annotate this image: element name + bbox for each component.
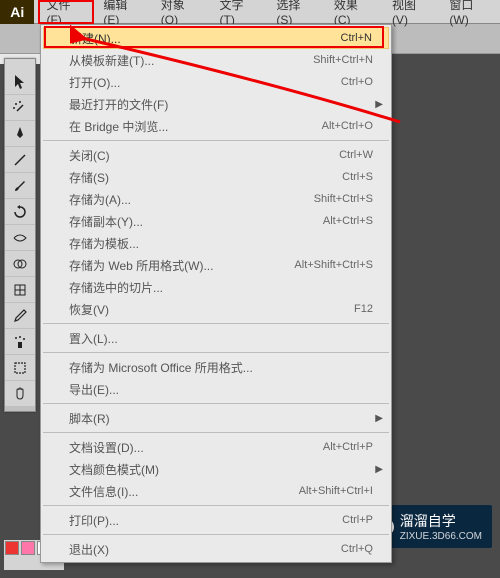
file-menu-item[interactable]: 退出(X)Ctrl+Q: [41, 538, 391, 560]
file-menu-item[interactable]: 打印(P)...Ctrl+P: [41, 509, 391, 531]
menu-item-label: 存储为 Microsoft Office 所用格式...: [69, 359, 373, 376]
file-menu-item[interactable]: 关闭(C)Ctrl+W: [41, 144, 391, 166]
menu-item-label: 存储为 Web 所用格式(W)...: [69, 257, 294, 274]
file-menu-item[interactable]: 最近打开的文件(F)▶: [41, 93, 391, 115]
menu-item-label: 存储副本(Y)...: [69, 213, 323, 230]
menu-item-label: 存储为(A)...: [69, 191, 314, 208]
toolbox: [4, 58, 36, 412]
menu-item-shortcut: Alt+Ctrl+O: [322, 120, 373, 132]
menu-item-shortcut: Shift+Ctrl+S: [314, 193, 373, 205]
file-menu-item[interactable]: 脚本(R)▶: [41, 407, 391, 429]
menu-item-label: 关闭(C): [69, 147, 339, 164]
file-menu-item[interactable]: 文档设置(D)...Alt+Ctrl+P: [41, 436, 391, 458]
file-menu-item[interactable]: 从模板新建(T)...Shift+Ctrl+N: [41, 49, 391, 71]
submenu-arrow-icon: ▶: [375, 464, 383, 475]
tool-mesh[interactable]: [5, 277, 35, 303]
submenu-arrow-icon: ▶: [375, 413, 383, 424]
tool-hand[interactable]: [5, 381, 35, 407]
menu-item-label: 存储(S): [69, 169, 342, 186]
menu-item-label: 打开(O)...: [69, 74, 341, 91]
menu-item-shortcut: Ctrl+W: [339, 149, 373, 161]
menu-item-label: 文件信息(I)...: [69, 483, 299, 500]
file-menu-item[interactable]: 存储副本(Y)...Alt+Ctrl+S: [41, 210, 391, 232]
tool-magic-wand[interactable]: [5, 95, 35, 121]
menu-item-7[interactable]: 窗口(W): [439, 0, 500, 31]
menu-separator: [43, 403, 389, 404]
tool-width[interactable]: [5, 225, 35, 251]
file-menu-item[interactable]: 存储选中的切片...: [41, 276, 391, 298]
app-icon: Ai: [0, 0, 34, 24]
tool-eyedropper[interactable]: [5, 303, 35, 329]
tool-line[interactable]: [5, 147, 35, 173]
menu-item-label: 打印(P)...: [69, 512, 342, 529]
menu-item-shortcut: Ctrl+S: [342, 171, 373, 183]
menu-item-label: 置入(L)...: [69, 330, 373, 347]
menu-item-shortcut: Alt+Shift+Ctrl+S: [294, 259, 373, 271]
menu-item-shortcut: Ctrl+O: [341, 76, 373, 88]
file-menu-item[interactable]: 存储(S)Ctrl+S: [41, 166, 391, 188]
menu-separator: [43, 323, 389, 324]
menu-item-label: 退出(X): [69, 541, 341, 558]
file-menu-item[interactable]: 存储为 Microsoft Office 所用格式...: [41, 356, 391, 378]
menu-separator: [43, 505, 389, 506]
file-menu-item[interactable]: 置入(L)...: [41, 327, 391, 349]
menu-item-shortcut: Alt+Ctrl+S: [323, 215, 373, 227]
menu-item-label: 文档设置(D)...: [69, 439, 323, 456]
file-dropdown-menu: 新建(N)...Ctrl+N从模板新建(T)...Shift+Ctrl+N打开(…: [40, 24, 392, 563]
file-menu-item[interactable]: 打开(O)...Ctrl+O: [41, 71, 391, 93]
menu-item-label: 在 Bridge 中浏览...: [69, 118, 322, 135]
file-menu-item[interactable]: 文档颜色模式(M)▶: [41, 458, 391, 480]
menu-item-shortcut: Alt+Shift+Ctrl+I: [299, 485, 373, 497]
menu-item-label: 文档颜色模式(M): [69, 461, 373, 478]
menu-item-label: 从模板新建(T)...: [69, 52, 313, 69]
menu-item-shortcut: Ctrl+N: [341, 32, 372, 44]
submenu-arrow-icon: ▶: [375, 99, 383, 110]
menu-item-shortcut: Shift+Ctrl+N: [313, 54, 373, 66]
tool-symbol-sprayer[interactable]: [5, 329, 35, 355]
tool-artboard[interactable]: [5, 355, 35, 381]
menu-separator: [43, 432, 389, 433]
file-menu-item[interactable]: 文件信息(I)...Alt+Shift+Ctrl+I: [41, 480, 391, 502]
menu-item-label: 恢复(V): [69, 301, 354, 318]
menubar: Ai 文件(F)编辑(E)对象(O)文字(T)选择(S)效果(C)视图(V)窗口…: [0, 0, 500, 24]
watermark-title: 溜溜自学: [400, 511, 482, 531]
file-menu-item[interactable]: 在 Bridge 中浏览...Alt+Ctrl+O: [41, 115, 391, 137]
menu-item-label: 导出(E)...: [69, 381, 373, 398]
menu-item-label: 存储选中的切片...: [69, 279, 373, 296]
file-menu-item[interactable]: 导出(E)...: [41, 378, 391, 400]
tool-selection[interactable]: [5, 69, 35, 95]
tool-shape-builder[interactable]: [5, 251, 35, 277]
file-menu-item[interactable]: 存储为(A)...Shift+Ctrl+S: [41, 188, 391, 210]
watermark-sub: ZIXUE.3D66.COM: [400, 531, 482, 542]
menu-item-shortcut: F12: [354, 303, 373, 315]
menu-item-label: 脚本(R): [69, 410, 373, 427]
menu-separator: [43, 140, 389, 141]
tool-rotate[interactable]: [5, 199, 35, 225]
menu-item-shortcut: Ctrl+Q: [341, 543, 373, 555]
file-menu-item[interactable]: 存储为模板...: [41, 232, 391, 254]
menu-item-label: 最近打开的文件(F): [69, 96, 373, 113]
menu-item-shortcut: Ctrl+P: [342, 514, 373, 526]
tool-paintbrush[interactable]: [5, 173, 35, 199]
file-menu-item[interactable]: 恢复(V)F12: [41, 298, 391, 320]
menu-separator: [43, 534, 389, 535]
toolbox-handle[interactable]: [5, 59, 35, 69]
menu-item-label: 存储为模板...: [69, 235, 373, 252]
menu-separator: [43, 352, 389, 353]
file-menu-item[interactable]: 存储为 Web 所用格式(W)...Alt+Shift+Ctrl+S: [41, 254, 391, 276]
menu-item-label: 新建(N)...: [70, 30, 341, 47]
file-menu-item[interactable]: 新建(N)...Ctrl+N: [43, 27, 389, 49]
menu-item-shortcut: Alt+Ctrl+P: [323, 441, 373, 453]
tool-pen[interactable]: [5, 121, 35, 147]
